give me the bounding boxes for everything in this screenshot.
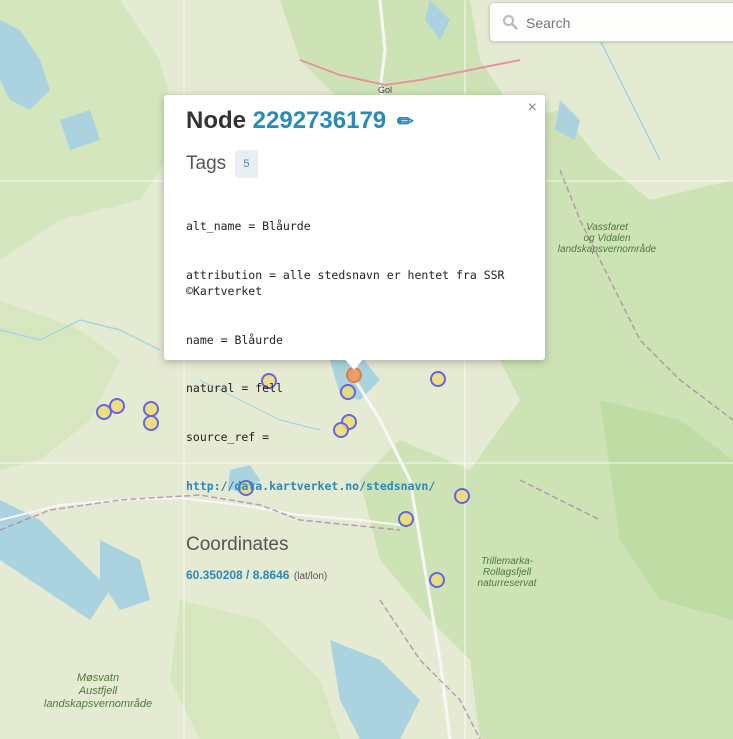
popup-tip <box>344 358 364 370</box>
tags-title: Tags <box>186 153 227 175</box>
tags-heading: Tags 5 <box>186 150 523 178</box>
search-box <box>489 2 733 42</box>
tag-list: alt_name = Blåurde attribution = alle st… <box>186 186 516 526</box>
node-popup: × Node 2292736179 ✏ Tags 5 alt_name = Bl… <box>164 95 545 582</box>
coordinates-unit: (lat/lon) <box>293 571 328 583</box>
source-ref-link[interactable]: http://data.kartverket.no/stedsnavn/ <box>186 479 435 493</box>
map-label-vassfaret-text: Vassfaret og Vidalen landskapsvernområde <box>557 222 657 255</box>
popup-title-heading: Node <box>186 107 246 134</box>
search-input[interactable] <box>524 9 728 37</box>
map-marker[interactable] <box>143 415 159 431</box>
map-label-mosvatn: Møsvatn Austfjell landskapsvernområde <box>28 672 168 711</box>
tag-row: attribution = alle stedsnavn er hentet f… <box>186 268 512 299</box>
map-label-gol: Gol <box>378 85 393 95</box>
search-icon <box>503 15 518 30</box>
edit-icon[interactable]: ✏ <box>397 111 414 133</box>
close-icon[interactable]: × <box>528 99 537 117</box>
map-marker[interactable] <box>109 398 125 414</box>
coordinates-row: 60.350208 / 8.8646 (lat/lon) <box>186 566 523 584</box>
map-label-mosvatn-text: Møsvatn Austfjell landskapsvernområde <box>43 672 153 710</box>
tag-row: name = Blåurde <box>186 332 283 347</box>
map-label-vassfaret: Vassfaret og Vidalen landskapsvernområde <box>552 222 662 255</box>
popup-title: Node 2292736179 ✏ <box>186 105 523 138</box>
tag-row: natural = fell <box>186 381 283 396</box>
tag-row: alt_name = Blåurde <box>186 219 311 234</box>
coordinates-heading: Coordinates <box>186 534 289 556</box>
node-id-link[interactable]: 2292736179 <box>253 107 386 134</box>
coordinates-link[interactable]: 60.350208 / 8.8646 <box>186 568 289 582</box>
tag-row: source_ref = <box>186 430 270 445</box>
tags-count-badge: 5 <box>235 150 258 178</box>
